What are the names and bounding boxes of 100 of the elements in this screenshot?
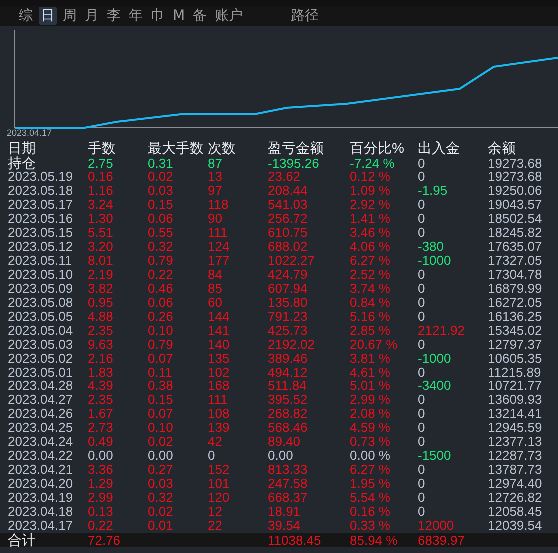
table-cell-text: 607.94 — [268, 282, 309, 295]
date-cell-text: 2023.05.16 — [8, 212, 74, 226]
tab[interactable]: 李 — [105, 7, 123, 25]
table-cell-text: 2.99 — [88, 490, 114, 504]
table-cell-text: 0.32 — [148, 490, 174, 504]
table-cell-text: 0 — [418, 435, 426, 448]
table-cell-text: 0 — [418, 490, 426, 504]
date-cell-text: 2023.04.28 — [8, 379, 74, 392]
table-cell-text: 0 — [418, 198, 426, 212]
table-cell-text: 0.49 — [88, 435, 114, 448]
date-cell-text: 2023.04.18 — [8, 504, 74, 518]
table-cell-text: 568.46 — [268, 421, 309, 434]
table-cell-text: 2.52 % — [350, 268, 392, 281]
table-cell-text: 395.52 — [268, 393, 309, 406]
date-cell-text: 2023.05.19 — [8, 170, 74, 184]
date-cell-text: 2023.04.19 — [8, 490, 74, 504]
table-cell-text: 97 — [208, 184, 224, 198]
table-cell-text: 111 — [208, 393, 229, 406]
table-cell-text: 120 — [208, 490, 231, 504]
table-cell-text: 2.92 % — [350, 198, 392, 212]
table-cell-text: 425.73 — [268, 324, 309, 337]
table-cell-text: 22 — [208, 518, 224, 532]
table-cell-text: 2.35 — [88, 393, 114, 406]
date-cell-text: 持仓 — [8, 156, 37, 170]
table-cell-text: 10721.77 — [488, 379, 544, 392]
table-cell-text: 135 — [208, 352, 231, 365]
table-cell-text: 4.59 % — [350, 421, 392, 434]
table-cell-text: -1.95 — [418, 184, 449, 198]
table-cell-text: 11038.45 — [268, 534, 322, 547]
table-cell-text: 6.27 % — [350, 254, 392, 268]
table-cell-text: 17635.07 — [488, 240, 544, 254]
tab[interactable]: 周 — [61, 7, 79, 25]
tab[interactable]: M — [171, 8, 188, 24]
table-cell-text: 0.16 % — [350, 504, 392, 518]
table-cell-text: 2.19 — [88, 268, 114, 281]
table-cell-text: 13787.73 — [488, 463, 544, 476]
table-cell-text: 0.07 — [148, 352, 174, 365]
table-cell-text: 0.03 — [148, 184, 174, 198]
table-cell-text: 2.85 % — [350, 324, 392, 337]
table-cell-text: 0 — [418, 504, 426, 518]
table-cell-text: 3.74 % — [350, 282, 392, 295]
table-cell-text: 1.41 % — [350, 212, 392, 226]
tab[interactable]: 巾 — [149, 7, 167, 25]
table-cell-text: 0.00 — [88, 449, 114, 462]
date-cell-text: 2023.05.15 — [8, 226, 74, 240]
table-cell-text: 124 — [208, 240, 231, 254]
table-cell-text: 1.29 — [88, 477, 114, 490]
tab[interactable]: 年 — [127, 7, 145, 25]
table-cell-text: 0.02 — [148, 504, 174, 518]
table-cell-text: 16879.99 — [488, 282, 544, 295]
table-cell-text: 3.46 % — [350, 226, 392, 240]
date-cell-text: 2023.04.22 — [8, 449, 74, 462]
tab[interactable]: 账户 — [213, 7, 246, 25]
table-cell-text: 13 — [208, 170, 224, 184]
table-cell-text: 85 — [208, 282, 224, 295]
table-cell-text: 0 — [418, 393, 426, 406]
tab[interactable]: 综 — [17, 7, 35, 25]
table-cell-text: 118 — [208, 198, 230, 212]
tab[interactable]: 日 — [39, 7, 57, 25]
date-cell-text: 2023.04.25 — [8, 421, 74, 434]
table-cell-text: 0.95 — [88, 296, 114, 309]
table-cell-text: 0.26 — [148, 310, 174, 323]
table-cell-text: 12797.37 — [488, 338, 544, 351]
table-cell-text: 11215.89 — [488, 366, 542, 379]
table-cell-text: 19273.68 — [488, 170, 544, 184]
table-cell-text: 208.44 — [268, 184, 309, 198]
table-cell-text: 42 — [208, 435, 224, 448]
table-cell-text: 12058.45 — [488, 504, 544, 518]
table-cell-text: 16136.25 — [488, 310, 544, 323]
table-cell-text: -1500 — [418, 449, 452, 462]
table-cell-text: 0.79 — [148, 254, 174, 268]
table-cell-text: 140 — [208, 338, 231, 351]
table-cell-text: 4.39 — [88, 379, 114, 392]
table-cell-text: 0.12 % — [350, 170, 392, 184]
table-cell-text: 12039.54 — [488, 518, 544, 532]
date-cell-text: 2023.05.09 — [8, 282, 74, 295]
table-cell-text: 19250.06 — [488, 184, 544, 198]
table-cell-text: 6839.97 — [418, 534, 466, 547]
tab[interactable]: 月 — [83, 7, 101, 25]
table-cell-text: 84 — [208, 268, 224, 281]
table-cell-text: 0.02 — [148, 170, 174, 184]
table-cell-text: 0.73 % — [350, 435, 392, 448]
table-cell-text: 0.11 — [148, 366, 174, 379]
table-cell-text: 2.08 % — [350, 407, 392, 420]
table-cell-text: 3.20 — [88, 240, 114, 254]
table-cell-text: -1395.26 — [268, 156, 320, 170]
table-cell-text: 18245.82 — [488, 226, 544, 240]
table-cell-text: 152 — [208, 463, 231, 476]
table-cell-text: -1000 — [418, 254, 452, 268]
tab[interactable]: 备 — [191, 7, 210, 25]
table-cell-text: 18.91 — [268, 504, 302, 518]
table-cell-text: 177 — [208, 254, 231, 268]
table-cell-text: 1.09 % — [350, 184, 392, 198]
table-cell-text: 0.15 — [148, 198, 174, 212]
table-cell-text: 0.15 — [148, 393, 174, 406]
table-cell-text: 0.22 — [148, 268, 174, 281]
table-cell-text: 17304.78 — [488, 268, 544, 281]
table-cell-text: -380 — [418, 240, 446, 254]
table-cell-text: 0.06 — [148, 296, 174, 309]
tab[interactable]: 路径 — [289, 7, 322, 25]
